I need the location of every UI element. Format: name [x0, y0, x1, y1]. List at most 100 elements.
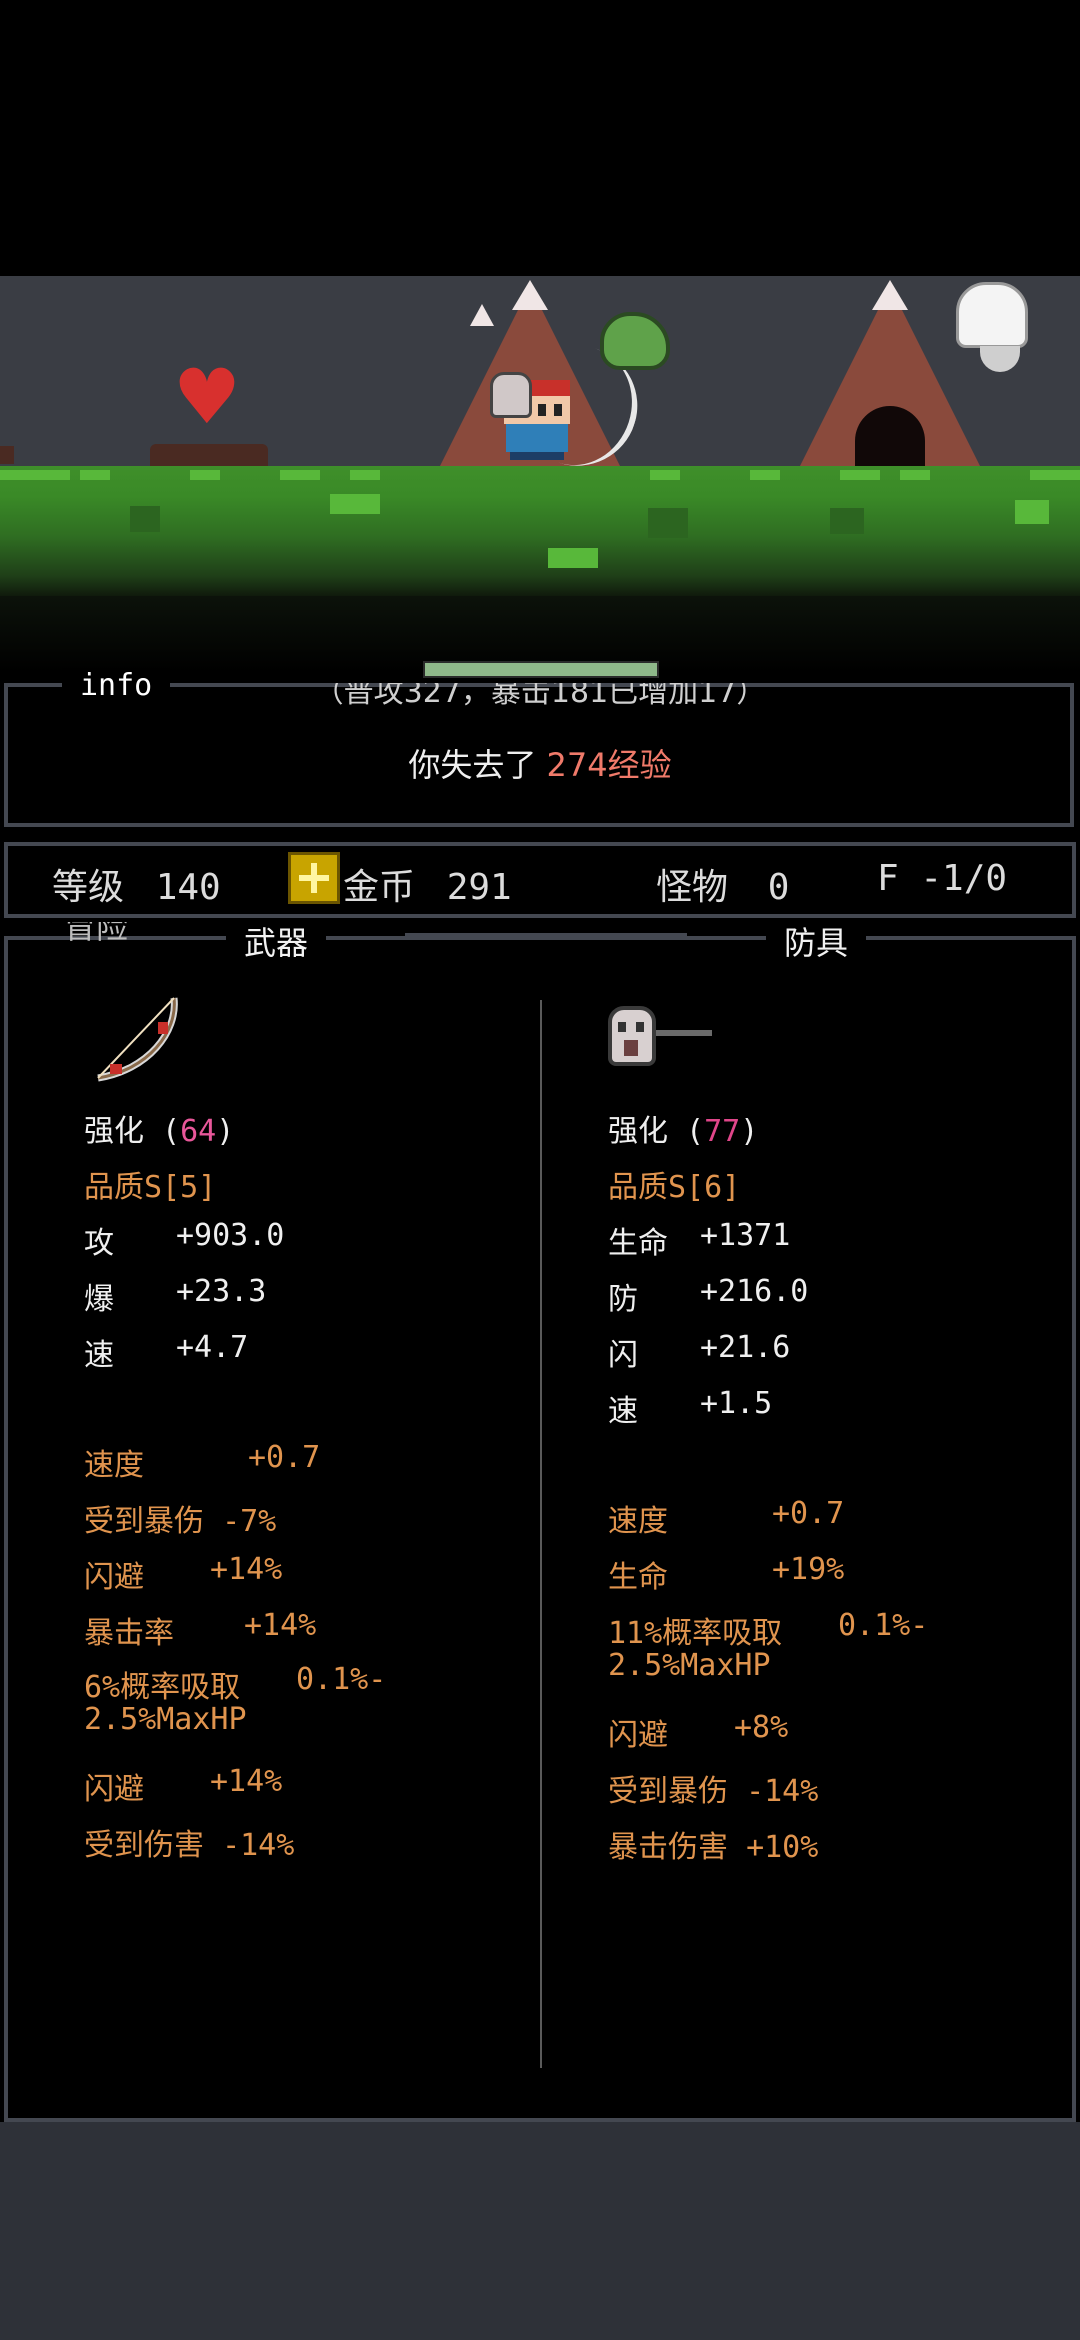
affix-label: 11%概率吸取 — [608, 1616, 783, 1651]
affix-value: +10% — [746, 1830, 819, 1865]
armor-affix: 11%概率吸取 0.1%- — [608, 1608, 928, 1652]
affix-label: 生命 — [608, 1560, 668, 1595]
tab-weapon[interactable]: 武器 — [226, 918, 327, 964]
game-scene: ♥ — [0, 276, 1080, 672]
affix-label: 受到伤害 — [84, 1828, 204, 1863]
weapon-affix: 受到暴伤 -7% — [84, 1496, 276, 1540]
weapon-affix: 闪避 +14% — [84, 1764, 282, 1808]
tab-adventure[interactable]: 冒险 — [64, 922, 144, 942]
affix-value: +19% — [772, 1552, 845, 1587]
affix-label: 6%概率吸取 — [84, 1670, 241, 1705]
armor-base-label: 生命 — [608, 1226, 668, 1261]
gold-coin-icon — [288, 852, 340, 904]
weapon-base-row: 速 +4.7 — [84, 1330, 248, 1374]
armor-base-row: 生命 +1371 — [608, 1218, 790, 1262]
skull-companion — [490, 372, 532, 418]
weapon-affix: 闪避 +14% — [84, 1552, 282, 1596]
affix-value: +14% — [210, 1552, 283, 1587]
armor-quality: 品质S[6] — [608, 1170, 741, 1205]
player-hp-bar — [423, 661, 659, 678]
affix-label: 受到暴伤 — [84, 1504, 204, 1539]
gold-value: 291 — [446, 867, 512, 908]
armor-base-value: +216.0 — [700, 1274, 809, 1309]
tab-divider — [405, 933, 687, 939]
affix-label: 闪避 — [84, 1772, 144, 1807]
affix-value: -14% — [746, 1774, 819, 1809]
armor-base-label: 速 — [608, 1394, 638, 1429]
monster-value: 0 — [767, 867, 790, 908]
info-log-line: 你失去了 274经验 — [0, 740, 1080, 786]
armor-affix: 速度 +0.7 — [608, 1496, 844, 1540]
armor-affix: 生命 +19% — [608, 1552, 844, 1596]
floor-indicator: F -1/0 — [877, 858, 1008, 899]
bottom-area — [0, 2122, 1080, 2340]
armor-base-label: 防 — [608, 1282, 638, 1317]
armor-base-row: 闪 +21.6 — [608, 1330, 790, 1374]
affix-label: 速度 — [84, 1448, 144, 1483]
affix-label: 暴击伤害 — [608, 1830, 728, 1865]
slime-enemy[interactable] — [600, 312, 670, 370]
armor-base-value: +1371 — [700, 1218, 791, 1253]
pedestal-edge — [0, 446, 14, 464]
weapon-base-label: 爆 — [84, 1282, 114, 1317]
affix-label: 速度 — [608, 1504, 668, 1539]
level-stat: 等级 140 — [52, 858, 221, 910]
weapon-base-row: 攻 +903.0 — [84, 1218, 284, 1262]
affix-value: +14% — [244, 1608, 317, 1643]
weapon-base-value: +23.3 — [176, 1274, 267, 1309]
armor-affix: 暴击伤害 +10% — [608, 1822, 818, 1866]
affix-value: 0.1%- — [296, 1662, 387, 1697]
weapon-base-row: 爆 +23.3 — [84, 1274, 266, 1318]
affix-label: 暴击率 — [84, 1616, 174, 1651]
tab-armor[interactable]: 防具 — [766, 918, 867, 964]
pedestal — [150, 444, 268, 466]
heart-icon[interactable]: ♥ — [172, 359, 242, 435]
level-label: 等级 — [52, 867, 125, 908]
weapon-base-label: 攻 — [84, 1226, 114, 1261]
monster-label: 怪物 — [656, 867, 729, 908]
armor-affix: 闪避 +8% — [608, 1710, 788, 1754]
weapon-enhance-value: 64 — [180, 1114, 217, 1149]
weapon-affix: 受到伤害 -14% — [84, 1820, 294, 1864]
affix-value: -14% — [222, 1828, 295, 1863]
affix-value: +8% — [734, 1710, 789, 1745]
weapon-affix-line2: 2.5%MaxHP — [84, 1702, 247, 1737]
mountain-peak — [872, 280, 908, 310]
weapon-base-value: +4.7 — [176, 1330, 249, 1365]
weapon-affix: 暴击率 +14% — [84, 1608, 316, 1652]
gold-stat: 金币 291 — [343, 858, 512, 910]
weapon-base-label: 速 — [84, 1338, 114, 1373]
skull-armor-icon — [608, 1006, 714, 1076]
armor-enhance: 强化 (77) — [608, 1114, 759, 1149]
armor-base-row: 防 +216.0 — [608, 1274, 808, 1318]
bow-icon — [88, 992, 184, 1088]
affix-value: +0.7 — [772, 1496, 845, 1531]
armor-affix: 受到暴伤 -14% — [608, 1766, 818, 1810]
armor-base-value: +1.5 — [700, 1386, 773, 1421]
armor-enhance-label: 强化 — [608, 1114, 668, 1149]
weapon-enhance-label: 强化 — [84, 1114, 144, 1149]
info-lost-prefix: 你失去了 — [408, 746, 537, 784]
weapon-quality: 品质S[5] — [84, 1170, 217, 1205]
grass-ground — [0, 466, 1080, 596]
column-divider — [540, 1000, 542, 2068]
ghost-enemy[interactable] — [956, 282, 1028, 348]
mountain-peak — [512, 280, 548, 310]
affix-label: 闪避 — [84, 1560, 144, 1595]
affix-value: 0.1%- — [838, 1608, 929, 1643]
affix-value: +14% — [210, 1764, 283, 1799]
gold-label: 金币 — [343, 867, 416, 908]
armor-enhance-value: 77 — [704, 1114, 741, 1149]
weapon-affix: 速度 +0.7 — [84, 1440, 320, 1484]
level-value: 140 — [155, 867, 221, 908]
weapon-affix: 6%概率吸取 0.1%- — [84, 1662, 386, 1706]
armor-base-row: 速 +1.5 — [608, 1386, 772, 1430]
info-lost-exp: 274经验 — [546, 746, 672, 784]
mountain-peak — [470, 304, 494, 326]
affix-label: 受到暴伤 — [608, 1774, 728, 1809]
ghost-tail — [980, 346, 1020, 372]
weapon-base-value: +903.0 — [176, 1218, 285, 1253]
affix-value: +0.7 — [248, 1440, 321, 1475]
affix-label: 闪避 — [608, 1718, 668, 1753]
armor-base-label: 闪 — [608, 1338, 638, 1373]
